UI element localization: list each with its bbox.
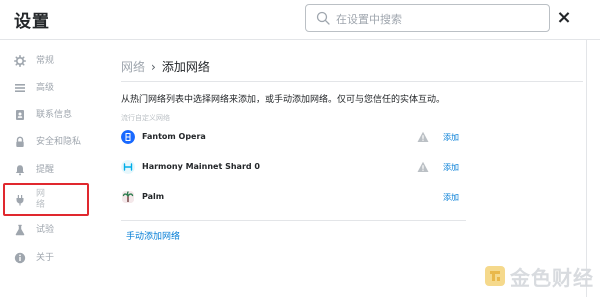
sidebar-item-label: 试验 bbox=[36, 224, 55, 235]
search-box[interactable] bbox=[305, 4, 550, 32]
sidebar-item-label: 联系信息 bbox=[36, 109, 73, 120]
network-row-palm: Palm 添加 bbox=[121, 188, 466, 208]
warning-icon[interactable] bbox=[417, 161, 429, 173]
menu-lines-icon bbox=[15, 84, 25, 92]
watermark-text: 金色财经 bbox=[510, 265, 594, 290]
add-network-button[interactable]: 添加 bbox=[443, 162, 459, 173]
settings-page: 设置 × 常规 高级 bbox=[0, 0, 600, 297]
sidebar-item-alerts[interactable]: 提醒 bbox=[14, 159, 54, 181]
sidebar-item-contacts[interactable]: 联系信息 bbox=[14, 104, 72, 126]
sidebar-item-about[interactable]: 关于 bbox=[14, 247, 54, 269]
harmony-logo-icon bbox=[121, 160, 135, 174]
network-name: Fantom Opera bbox=[142, 132, 206, 141]
content-border bbox=[586, 40, 587, 297]
flask-icon bbox=[15, 224, 25, 236]
add-network-button[interactable]: 添加 bbox=[443, 192, 459, 203]
sidebar-item-label: 提醒 bbox=[36, 164, 55, 175]
sidebar-item-networks[interactable]: 网 络 bbox=[14, 188, 45, 212]
address-book-icon bbox=[16, 110, 24, 120]
network-row-fantom: Fantom Opera 添加 bbox=[121, 128, 466, 148]
list-divider bbox=[121, 220, 466, 221]
sidebar-item-label: 关于 bbox=[36, 252, 55, 263]
add-network-button[interactable]: 添加 bbox=[443, 132, 459, 143]
sidebar-item-label: 常规 bbox=[36, 55, 55, 66]
sidebar-item-label: 高级 bbox=[36, 82, 55, 93]
plug-icon bbox=[16, 195, 24, 206]
lock-icon bbox=[16, 136, 24, 147]
settings-header: 设置 × bbox=[0, 0, 600, 40]
search-input[interactable] bbox=[336, 10, 536, 28]
breadcrumb: 网络 › 添加网络 bbox=[121, 58, 210, 75]
warning-icon[interactable] bbox=[417, 131, 429, 143]
breadcrumb-separator: › bbox=[151, 59, 156, 74]
sidebar-item-advanced[interactable]: 高级 bbox=[14, 77, 54, 99]
sidebar-item-label: 安全和隐私 bbox=[36, 136, 82, 147]
breadcrumb-current: 添加网络 bbox=[161, 60, 210, 74]
header-divider bbox=[121, 81, 583, 82]
sidebar-item-label: 网 络 bbox=[36, 189, 46, 210]
gear-icon bbox=[14, 55, 26, 67]
popular-networks-heading: 流行自定义网络 bbox=[121, 114, 170, 122]
search-icon bbox=[316, 11, 330, 25]
watermark: 金色财经 bbox=[484, 262, 594, 290]
palm-logo-icon bbox=[122, 191, 134, 203]
sidebar-item-general[interactable]: 常规 bbox=[14, 50, 54, 72]
network-row-harmony: Harmony Mainnet Shard 0 添加 bbox=[121, 158, 466, 178]
breadcrumb-networks-link[interactable]: 网络 bbox=[121, 58, 145, 75]
info-icon bbox=[14, 252, 26, 264]
jinse-logo-icon bbox=[485, 266, 505, 286]
network-name: Harmony Mainnet Shard 0 bbox=[142, 162, 260, 171]
close-button[interactable]: × bbox=[555, 8, 573, 28]
sidebar-item-security[interactable]: 安全和隐私 bbox=[14, 131, 81, 153]
page-title: 设置 bbox=[14, 12, 50, 32]
add-network-description: 从热门网络列表中选择网络来添加，或手动添加网络。仅可与您信任的实体互动。 bbox=[121, 95, 446, 105]
sidebar-item-experimental[interactable]: 试验 bbox=[14, 219, 54, 241]
bell-icon bbox=[15, 165, 25, 176]
fantom-logo-icon bbox=[121, 130, 135, 144]
add-network-manually-link[interactable]: 手动添加网络 bbox=[126, 229, 180, 242]
network-name: Palm bbox=[142, 192, 165, 201]
